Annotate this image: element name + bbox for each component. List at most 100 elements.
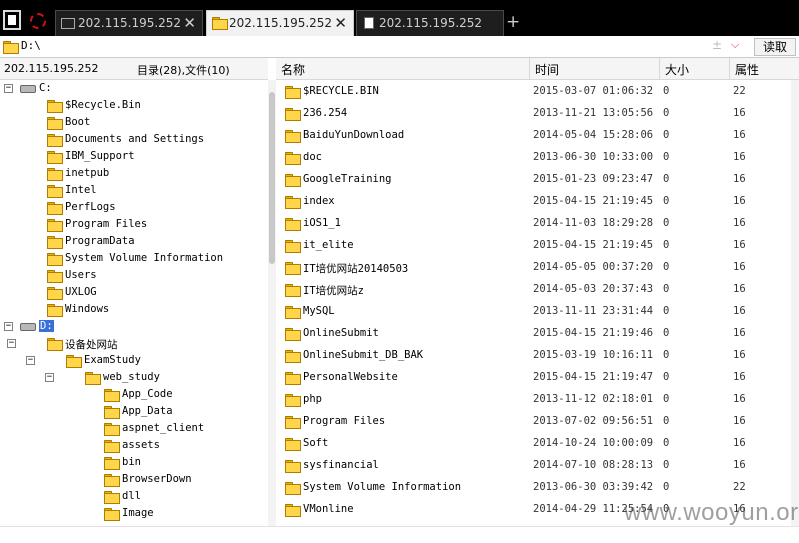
- column-size[interactable]: 大小: [659, 58, 729, 80]
- tree-folder[interactable]: App_Data: [0, 404, 268, 421]
- tab-label: 202.115.195.252: [379, 16, 483, 30]
- add-tab-button[interactable]: +: [506, 12, 520, 32]
- tab-file-manager[interactable]: 202.115.195.252 ✕: [206, 10, 354, 36]
- folder-icon: [104, 389, 120, 403]
- file-size: 0: [663, 283, 670, 295]
- extra-icon[interactable]: ±: [712, 38, 722, 52]
- tree-folder[interactable]: App_Code: [0, 387, 268, 404]
- tree-folder[interactable]: Image: [0, 506, 268, 523]
- file-size: 0: [663, 261, 670, 273]
- read-button[interactable]: 读取: [754, 38, 796, 56]
- tree-folder[interactable]: Intel: [0, 183, 268, 200]
- collapse-icon[interactable]: −: [26, 356, 35, 365]
- file-row[interactable]: System Volume Information 2013-06-30 03:3…: [276, 476, 791, 498]
- column-name[interactable]: 名称: [276, 58, 529, 80]
- folder-icon: [47, 151, 63, 165]
- collapse-icon[interactable]: −: [4, 322, 13, 331]
- tree-item-label: ExamStudy: [84, 354, 141, 366]
- folder-icon: [104, 457, 120, 471]
- tree-folder[interactable]: BrowserDown: [0, 472, 268, 489]
- horizontal-scrollbar[interactable]: [0, 526, 799, 543]
- tree-folder[interactable]: ProgramData: [0, 234, 268, 251]
- file-row[interactable]: sysfinancial 2014-07-10 08:28:13 0 16: [276, 454, 791, 476]
- file-row[interactable]: PersonalWebsite 2015-04-15 21:19:47 0 16: [276, 366, 791, 388]
- tree-folder[interactable]: − web_study: [0, 370, 268, 387]
- file-row[interactable]: it_elite 2015-04-15 21:19:45 0 16: [276, 234, 791, 256]
- tree-folder[interactable]: Program Files: [0, 217, 268, 234]
- tree-drive[interactable]: − C:: [0, 81, 268, 98]
- file-row[interactable]: OnlineSubmit_DB_BAK 2015-03-19 10:16:11 0 1…: [276, 344, 791, 366]
- file-row[interactable]: Soft 2014-10-24 10:00:09 0 16: [276, 432, 791, 454]
- file-row[interactable]: $RECYCLE.BIN 2015-03-07 01:06:32 0 22: [276, 80, 791, 102]
- collapse-icon[interactable]: −: [7, 339, 16, 348]
- directory-summary: 目录(28),文件(10): [137, 64, 230, 77]
- folder-icon: [285, 416, 301, 430]
- tree-item-label: $Recycle.Bin: [65, 99, 141, 111]
- file-row[interactable]: index 2015-04-15 21:19:45 0 16: [276, 190, 791, 212]
- file-size: 0: [663, 239, 670, 251]
- tree-folder[interactable]: − ExamStudy: [0, 353, 268, 370]
- folder-icon: [104, 406, 120, 420]
- tree-drive[interactable]: − D:: [0, 319, 268, 336]
- file-name: doc: [303, 151, 322, 163]
- file-name: index: [303, 195, 335, 207]
- column-time[interactable]: 时间: [529, 58, 659, 80]
- file-row[interactable]: MySQL 2013-11-11 23:31:44 0 16: [276, 300, 791, 322]
- file-row[interactable]: doc 2013-06-30 10:33:00 0 16: [276, 146, 791, 168]
- folder-icon: [285, 394, 301, 408]
- file-row[interactable]: IT培优网站z 2014-05-03 20:37:43 0 16: [276, 278, 791, 300]
- close-icon[interactable]: ✕: [334, 14, 347, 32]
- column-attr[interactable]: 属性: [729, 58, 799, 80]
- tree-folder[interactable]: assets: [0, 438, 268, 455]
- file-row[interactable]: IT培优网站20140503 2014-05-05 00:37:20 0 16: [276, 256, 791, 278]
- tree-folder[interactable]: aspnet_client: [0, 421, 268, 438]
- file-row[interactable]: BaiduYunDownload 2014-05-04 15:28:06 0 16: [276, 124, 791, 146]
- file-row[interactable]: OnlineSubmit 2015-04-15 21:19:46 0 16: [276, 322, 791, 344]
- file-attr: 16: [733, 459, 746, 471]
- tree-item-label: Boot: [65, 116, 91, 128]
- record-button[interactable]: [25, 10, 51, 34]
- file-time: 2013-07-02 09:56:51: [533, 415, 654, 427]
- collapse-icon[interactable]: −: [4, 84, 13, 93]
- tree-folder[interactable]: Documents and Settings: [0, 132, 268, 149]
- file-row[interactable]: iOS1_1 2014-11-03 18:29:28 0 16: [276, 212, 791, 234]
- tree-folder[interactable]: inetpub: [0, 166, 268, 183]
- tree-folder[interactable]: dll: [0, 489, 268, 506]
- folder-icon: [285, 306, 301, 320]
- file-time: 2014-05-04 15:28:06: [533, 129, 654, 141]
- file-size: 0: [663, 217, 670, 229]
- file-list-scrollbar[interactable]: [791, 80, 799, 526]
- file-name: iOS1_1: [303, 217, 341, 229]
- folder-icon: [47, 202, 63, 216]
- scrollbar-thumb[interactable]: [269, 92, 275, 264]
- folder-icon: [285, 108, 301, 122]
- tree-folder[interactable]: Boot: [0, 115, 268, 132]
- chevron-down-icon[interactable]: ⌵: [731, 38, 739, 52]
- tree-folder[interactable]: UXLOG: [0, 285, 268, 302]
- file-row[interactable]: php 2013-11-12 02:18:01 0 16: [276, 388, 791, 410]
- tree-folder[interactable]: PerfLogs: [0, 200, 268, 217]
- collapse-icon[interactable]: −: [45, 373, 54, 382]
- tree-folder[interactable]: Windows: [0, 302, 268, 319]
- tab-document[interactable]: 202.115.195.252: [356, 10, 504, 36]
- tree-scrollbar[interactable]: [268, 80, 276, 526]
- folder-icon: [285, 174, 301, 188]
- folder-icon: [66, 355, 82, 369]
- tree-folder[interactable]: System Volume Information: [0, 251, 268, 268]
- tree-folder[interactable]: Users: [0, 268, 268, 285]
- tree-folder[interactable]: bin: [0, 455, 268, 472]
- tree-folder[interactable]: IBM_Support: [0, 149, 268, 166]
- folder-icon: [285, 86, 301, 100]
- file-row[interactable]: GoogleTraining 2015-01-23 09:23:47 0 16: [276, 168, 791, 190]
- tab-terminal[interactable]: 202.115.195.252 ✕: [55, 10, 203, 36]
- path-input[interactable]: D:\: [21, 39, 41, 52]
- close-icon[interactable]: ✕: [183, 14, 196, 32]
- tree-folder[interactable]: $Recycle.Bin: [0, 98, 268, 115]
- tree-item-label: ProgramData: [65, 235, 135, 247]
- app-menu-button[interactable]: [3, 10, 21, 30]
- tree-item-label: aspnet_client: [122, 422, 205, 434]
- file-row[interactable]: 236.254 2013-11-21 13:05:56 0 16: [276, 102, 791, 124]
- folder-icon: [47, 304, 63, 318]
- file-row[interactable]: Program Files 2013-07-02 09:56:51 0 16: [276, 410, 791, 432]
- tree-folder[interactable]: − 设备处网站: [0, 336, 268, 353]
